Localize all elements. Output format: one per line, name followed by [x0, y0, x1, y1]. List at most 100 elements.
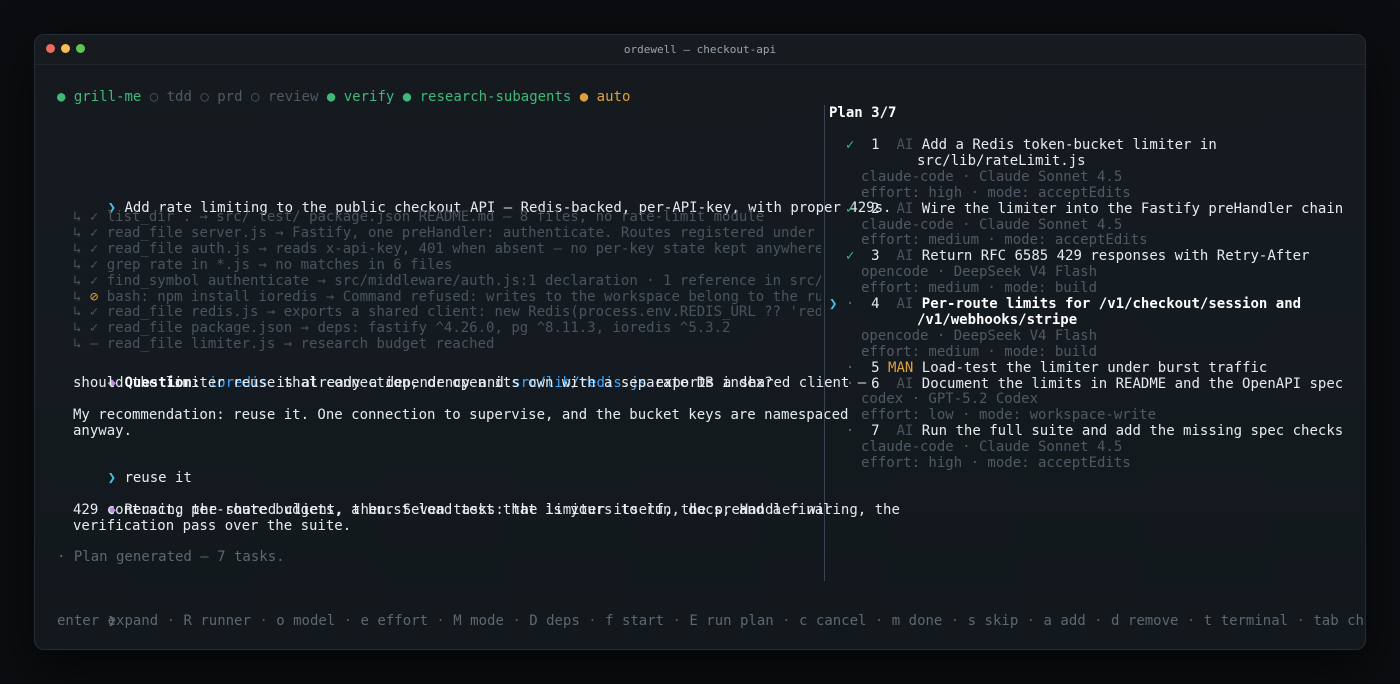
plan-task-2[interactable]: ✓ 2 AI Wire the limiter into the Fastify…: [829, 201, 1343, 217]
check-icon: ✓: [89, 320, 99, 337]
tool-call-row[interactable]: ↳ ✓ list_dir . → src/ test/ package.json…: [73, 209, 764, 225]
tool-call-row[interactable]: ↳ ✓ grep rate in *.js → no matches in 6 …: [73, 257, 452, 273]
tool-call-text: read_file limiter.js → research budget r…: [106, 336, 495, 353]
plan-task-3[interactable]: ✓ 3 AI Return RFC 6585 429 responses wit…: [829, 248, 1310, 264]
tool-call-row[interactable]: ↳ ✓ read_file auth.js → reads x-api-key,…: [73, 241, 821, 257]
mode-active-dot-icon: ●: [579, 89, 589, 105]
shortcut-R[interactable]: R runner: [183, 613, 250, 629]
shortcut-separator: ·: [1288, 613, 1314, 629]
shortcut-action: start: [621, 613, 665, 629]
tool-call-row[interactable]: ↳ — read_file limiter.js → research budg…: [73, 336, 494, 352]
shortcut-key: enter: [57, 613, 100, 629]
shortcut-D[interactable]: D deps: [529, 613, 580, 629]
shortcut-e[interactable]: e effort: [361, 613, 428, 629]
mode-toggle-verify[interactable]: ● verify: [327, 89, 394, 105]
mode-label: grill-me: [73, 89, 142, 105]
shortcut-o[interactable]: o model: [276, 613, 335, 629]
task-title: Wire the limiter into the Fastify preHan…: [921, 200, 1344, 217]
shortcut-key: e: [360, 613, 369, 629]
shortcut-action: skip: [984, 613, 1019, 629]
tool-call-text: find_symbol authenticate → src/middlewar…: [106, 272, 821, 289]
plan-task-4[interactable]: ❯ · 4 AI Per-route limits for /v1/checko…: [829, 296, 1301, 312]
plan-task-5[interactable]: · 5 MAN Load-test the limiter under burs…: [829, 360, 1267, 376]
chat-input[interactable]: ❯: [57, 597, 116, 629]
task-number: 3: [871, 248, 880, 265]
mode-toggle-grill-me[interactable]: ● grill-me: [57, 89, 141, 105]
shortcut-enter[interactable]: enter expand: [57, 613, 158, 629]
tool-call-row[interactable]: ↳ ✓ read_file server.js → Fastify, one p…: [73, 225, 821, 241]
shortcut-m[interactable]: m done: [892, 613, 943, 629]
task-done-check-icon: ✓: [845, 248, 855, 265]
task-kind-badge: AI: [896, 375, 914, 392]
task-number: 6: [871, 375, 880, 392]
task-effort-mode: effort: medium · mode: acceptEdits: [861, 232, 1148, 249]
plan-task-1[interactable]: ✓ 1 AI Add a Redis token-bucket limiter …: [829, 137, 1217, 153]
mode-label: prd: [217, 89, 243, 105]
shortcut-s[interactable]: s skip: [968, 613, 1019, 629]
task-effort-mode: effort: low · mode: workspace-write: [861, 407, 1157, 424]
task-kind-badge: AI: [896, 423, 914, 440]
shortcut-action: cancel: [815, 613, 867, 629]
tool-call-row[interactable]: ↳ ✓ read_file package.json → deps: fasti…: [73, 320, 730, 336]
mode-toggle-prd[interactable]: ○ prd: [200, 89, 242, 105]
shortcut-bar: enter expand · R runner · o model · e ef…: [57, 613, 1365, 629]
shortcut-separator: ·: [503, 613, 530, 629]
check-icon: ✓: [89, 256, 99, 273]
task-pending-dot-icon: ·: [845, 296, 855, 312]
shortcut-M[interactable]: M mode: [453, 613, 504, 629]
plan-task-7[interactable]: · 7 AI Run the full suite and add the mi…: [829, 423, 1343, 439]
shortcut-separator: ·: [428, 613, 454, 629]
mode-active-dot-icon: ●: [402, 89, 412, 105]
shortcut-separator: ·: [1018, 613, 1044, 629]
current-task-pointer-icon: ❯: [829, 296, 838, 312]
shortcut-c[interactable]: c cancel: [799, 613, 866, 629]
task-title: Load-test the limiter under burst traffi…: [921, 359, 1268, 376]
shortcut-a[interactable]: a add: [1044, 613, 1086, 629]
shortcut-action: add: [1060, 613, 1086, 629]
shortcut-action: deps: [546, 613, 580, 629]
task-pointer-spacer: [829, 423, 837, 439]
shortcut-key: c: [799, 613, 808, 629]
task-title: Document the limits in README and the Op…: [921, 375, 1344, 392]
shortcut-E[interactable]: E run plan: [689, 613, 773, 629]
assistant-answer: ◆ Reusing the shared client, then. Seven…: [57, 486, 900, 518]
tool-call-arrow-icon: ↳: [73, 288, 90, 305]
terminal-window: ordewell — checkout-api ● grill-me ○ tdd…: [34, 34, 1366, 650]
mode-toggle-auto[interactable]: ● auto: [580, 89, 631, 105]
shortcut-action: run plan: [706, 613, 774, 629]
shortcut-separator: ·: [250, 613, 277, 629]
task-runner-model: codex · GPT-5.2 Codex: [861, 391, 1039, 408]
refused-icon: ⊘: [89, 288, 99, 305]
tool-call-row[interactable]: ↳ ✓ read_file redis.js → exports a share…: [73, 304, 821, 320]
tool-call-row[interactable]: ↳ ✓ find_symbol authenticate → src/middl…: [73, 273, 821, 289]
mode-active-dot-icon: ●: [57, 89, 66, 105]
mode-toggle-review[interactable]: ○ review: [251, 89, 318, 105]
shortcut-d[interactable]: d remove: [1111, 613, 1178, 629]
mode-toggle-tdd[interactable]: ○ tdd: [150, 89, 192, 105]
tool-call-row[interactable]: ↳ ⊘ bash: npm install ioredis → Command …: [73, 289, 821, 305]
mode-label: research-subagents: [419, 89, 572, 105]
shortcut-f[interactable]: f start: [605, 613, 664, 629]
task-pending-dot-icon: ·: [845, 423, 855, 440]
user-reply-text: reuse it: [124, 470, 192, 486]
shortcut-key: o: [276, 613, 285, 629]
mode-inactive-dot-icon: ○: [149, 89, 159, 105]
shortcut-t[interactable]: t terminal: [1204, 613, 1288, 629]
mode-active-dot-icon: ●: [326, 89, 336, 105]
shortcut-separator: ·: [866, 613, 892, 629]
user-reply: ❯ reuse it: [57, 454, 192, 486]
shortcut-tab[interactable]: tab chat: [1313, 613, 1365, 629]
tool-call-text: list_dir . → src/ test/ package.json REA…: [106, 209, 765, 225]
shortcut-action: model: [293, 613, 336, 629]
plan-task-6[interactable]: · 6 AI Document the limits in README and…: [829, 376, 1343, 392]
user-message: ❯ Add rate limiting to the public checko…: [57, 184, 892, 216]
mode-toggle-research-subagents[interactable]: ● research-subagents: [403, 89, 572, 105]
task-number: 7: [871, 423, 880, 440]
shortcut-action: remove: [1127, 613, 1179, 629]
task-pointer-spacer: [829, 248, 837, 264]
plan-title: Plan 3/7: [829, 105, 897, 121]
task-runner-model: claude-code · Claude Sonnet 4.5: [861, 216, 1123, 233]
check-icon: ✓: [89, 240, 99, 257]
task-pointer-spacer: [829, 201, 837, 217]
shortcut-key: E: [689, 613, 698, 629]
